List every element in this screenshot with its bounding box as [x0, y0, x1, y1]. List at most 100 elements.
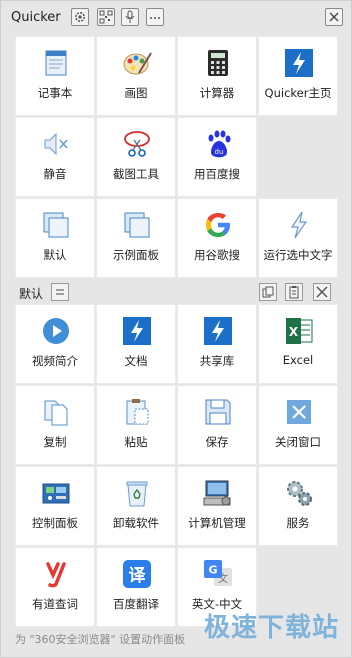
context-actions-grid: 视频简介 文档 共享库 X Excel 复制 粘贴 保存 关闭窗口 控制面板 卸… [15, 304, 338, 627]
action-label: 文档 [124, 354, 148, 368]
svg-text:译: 译 [129, 566, 147, 586]
action-run-selected-text[interactable]: 运行选中文字 [258, 198, 338, 278]
context-section-bar: 默认 [15, 282, 337, 302]
action-snipping-tool[interactable]: 截图工具 [96, 117, 176, 197]
action-label: 计算器 [199, 86, 235, 100]
action-label: 计算机管理 [188, 516, 246, 530]
action-docs[interactable]: 文档 [96, 304, 176, 384]
action-label: 关闭窗口 [275, 435, 321, 449]
action-control-panel[interactable]: 控制面板 [15, 466, 95, 546]
ellipsis-icon [150, 17, 160, 19]
qrcode-button[interactable] [97, 8, 115, 26]
action-baidu-search[interactable]: du 用百度搜 [177, 117, 257, 197]
global-actions-grid: 记事本 画图 计算器 Quicker主页 静音 截图工具 du 用百度搜 默认 … [15, 36, 338, 278]
action-label: 服务 [286, 516, 310, 530]
microphone-icon [125, 10, 135, 23]
mute-icon [44, 132, 68, 156]
action-google-search[interactable]: 用谷歌搜 [177, 198, 257, 278]
action-baidu-translate[interactable]: 译 百度翻译 [96, 547, 176, 627]
action-label: 复制 [43, 435, 67, 449]
close-button[interactable] [325, 8, 343, 26]
quicker-icon [123, 317, 151, 345]
youdao-icon [46, 562, 66, 588]
action-sample-panel[interactable]: 示例面板 [96, 198, 176, 278]
gears-icon [287, 481, 312, 506]
action-label: 保存 [205, 435, 229, 449]
snipping-tool-icon [124, 131, 150, 157]
google-translate-icon: 文 G [204, 560, 232, 586]
action-share-library[interactable]: 共享库 [177, 304, 257, 384]
more-button[interactable] [146, 8, 164, 26]
action-label: 默认 [43, 248, 67, 262]
action-label: 记事本 [37, 86, 73, 100]
action-video-intro[interactable]: 视频简介 [15, 304, 95, 384]
recycle-bin-icon [126, 481, 148, 507]
play-icon [43, 318, 69, 344]
qrcode-icon [99, 10, 113, 24]
action-label: 截图工具 [113, 167, 159, 181]
action-paste[interactable]: 粘贴 [96, 385, 176, 465]
baidu-translate-icon: 译 [123, 560, 151, 588]
calculator-icon [208, 50, 228, 76]
quicker-panel: Quicker 记事本 画图 计算器 Quicker主页 静音 截图工具 du … [0, 0, 352, 658]
gear-icon [75, 12, 85, 22]
google-icon [206, 213, 230, 237]
settings-button[interactable] [71, 8, 89, 26]
action-mute[interactable]: 静音 [15, 117, 95, 197]
close-window-icon [287, 400, 311, 424]
close-icon [329, 12, 339, 22]
action-label: 视频简介 [32, 354, 78, 368]
action-close-window[interactable]: 关闭窗口 [258, 385, 338, 465]
app-title: Quicker [11, 10, 61, 25]
title-bar: Quicker [1, 1, 352, 35]
computer-management-icon [203, 480, 231, 506]
paste-panel-button[interactable] [285, 283, 303, 301]
copy-panel-button[interactable] [259, 283, 277, 301]
action-label: 控制面板 [32, 516, 78, 530]
menu-icon [56, 289, 64, 295]
svg-text:X: X [289, 325, 299, 339]
action-label: 运行选中文字 [263, 248, 333, 262]
clipboard-icon [289, 286, 299, 299]
window-icon [124, 212, 150, 238]
action-copy[interactable]: 复制 [15, 385, 95, 465]
baidu-icon: du [208, 130, 231, 158]
action-label: 示例面板 [113, 248, 159, 262]
copy-icon [44, 400, 68, 426]
save-icon [205, 399, 231, 425]
action-label: 有道查词 [32, 597, 78, 611]
paint-icon [123, 52, 152, 75]
action-youdao-lookup[interactable]: 有道查词 [15, 547, 95, 627]
notepad-icon [45, 50, 67, 76]
edit-panel-button[interactable] [313, 283, 331, 301]
action-computer-management[interactable]: 计算机管理 [177, 466, 257, 546]
copy-icon [262, 286, 274, 298]
action-notepad[interactable]: 记事本 [15, 36, 95, 116]
action-label: 粘贴 [124, 435, 148, 449]
action-excel[interactable]: X Excel [258, 304, 338, 384]
action-save[interactable]: 保存 [177, 385, 257, 465]
empty-slot [258, 117, 338, 197]
action-default-panel[interactable]: 默认 [15, 198, 95, 278]
paste-icon [126, 399, 149, 425]
excel-icon: X [286, 318, 313, 344]
action-label: Excel [282, 353, 314, 367]
section-menu-button[interactable] [51, 283, 69, 301]
action-quicker-home[interactable]: Quicker主页 [258, 36, 338, 116]
action-services[interactable]: 服务 [258, 466, 338, 546]
watermark-logo: 极速下载站 [203, 613, 339, 643]
context-hint-link[interactable]: 为 "360安全浏览器" 设置动作面板 [15, 631, 185, 647]
lightning-outline-icon [290, 211, 308, 239]
tools-icon [316, 286, 328, 298]
action-label: 用百度搜 [194, 167, 240, 181]
action-label: 百度翻译 [113, 597, 159, 611]
action-uninstall[interactable]: 卸载软件 [96, 466, 176, 546]
quicker-icon [285, 49, 313, 77]
action-label: 画图 [124, 86, 148, 100]
action-paint[interactable]: 画图 [96, 36, 176, 116]
voice-button[interactable] [121, 8, 139, 26]
window-icon [43, 212, 69, 238]
action-calculator[interactable]: 计算器 [177, 36, 257, 116]
quicker-icon [204, 317, 232, 345]
section-label: 默认 [19, 287, 44, 301]
